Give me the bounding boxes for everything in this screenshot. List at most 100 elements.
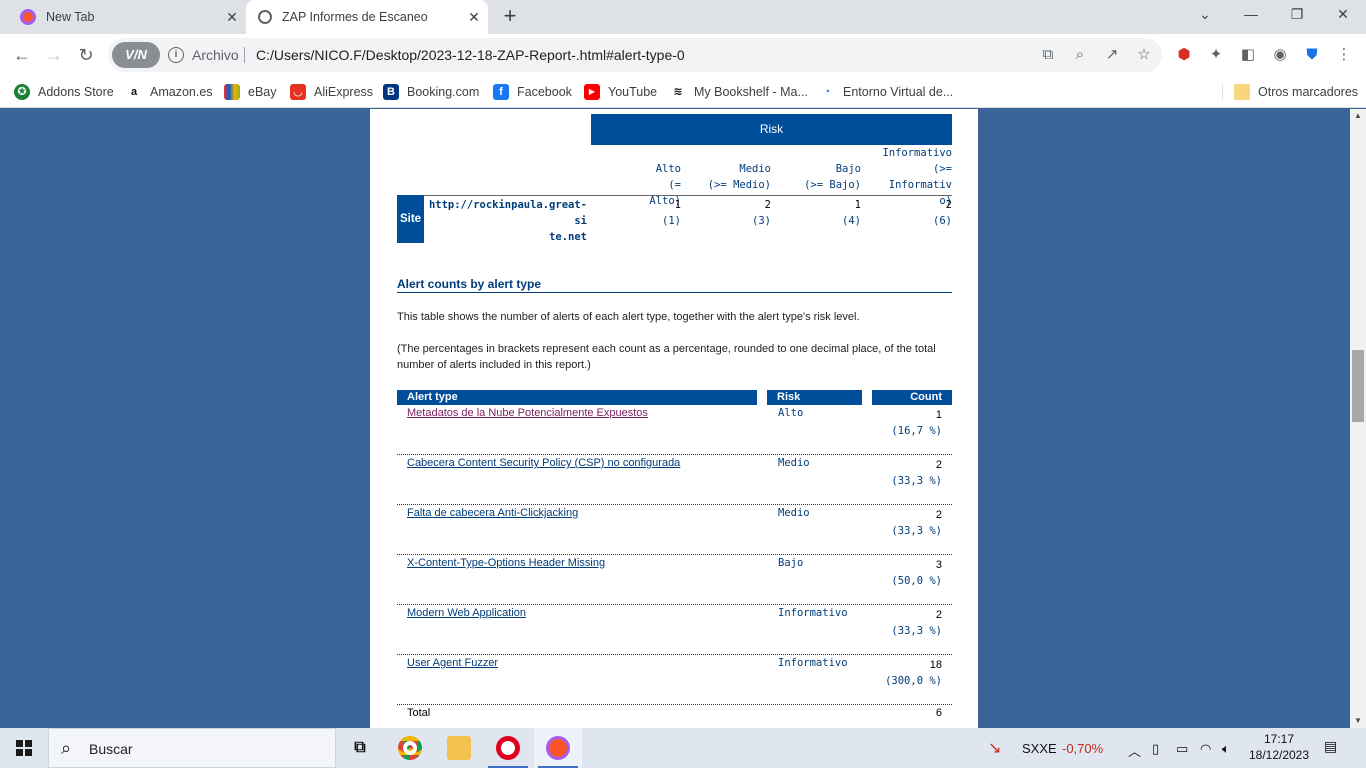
- task-view-button[interactable]: ⧉: [336, 728, 384, 768]
- facebook-icon: f: [493, 84, 509, 100]
- extensions-puzzle-icon[interactable]: ✦: [1206, 45, 1226, 65]
- chevron-up-icon[interactable]: ︿: [1128, 741, 1141, 760]
- folder-icon: [1234, 84, 1250, 100]
- bookshelf-icon: ≋: [673, 86, 683, 98]
- tab-new-tab[interactable]: New Tab ✕: [8, 0, 246, 34]
- taskbar-clock[interactable]: 17:17 18/12/2023: [1248, 731, 1310, 763]
- alert-link[interactable]: User Agent Fuzzer: [407, 657, 498, 669]
- percentages-note: (The percentages in brackets represent e…: [397, 343, 936, 371]
- bookmark-label: Facebook: [517, 85, 572, 99]
- opera-icon: [496, 736, 520, 760]
- taskbar-opera[interactable]: [484, 728, 532, 768]
- bookmark-amazon[interactable]: a Amazon.es: [126, 82, 213, 102]
- column-header-medio: Medio (>= Medio): [707, 163, 771, 191]
- reload-button[interactable]: ↻: [74, 43, 98, 67]
- addons-store-icon: ✪: [14, 84, 30, 100]
- amazon-icon: a: [130, 86, 138, 98]
- address-bar[interactable]: V/N i Archivo C:/Users/NICO.F/Desktop/20…: [108, 38, 1162, 72]
- stock-change[interactable]: -0,70%: [1062, 741, 1103, 756]
- page-scrollbar[interactable]: ▲ ▼: [1350, 109, 1366, 728]
- alert-link[interactable]: Metadatos de la Nube Potencialmente Expu…: [407, 407, 648, 419]
- site-count-informativo: 2 (6): [933, 199, 952, 227]
- close-icon[interactable]: ✕: [224, 9, 240, 25]
- bookmark-label: eBay: [248, 85, 277, 99]
- minimize-button[interactable]: —: [1228, 0, 1274, 30]
- stock-ticker[interactable]: SXXE: [1022, 741, 1057, 756]
- bookmark-facebook[interactable]: f Facebook: [493, 82, 572, 102]
- table-row: X-Content-Type-Options Header Missing Ba…: [397, 555, 952, 605]
- bookmark-star-icon[interactable]: ☆: [1134, 45, 1154, 65]
- alert-risk: Informativo: [778, 657, 848, 669]
- alert-link[interactable]: Cabecera Content Security Policy (CSP) n…: [407, 457, 680, 469]
- section-title: Alert counts by alert type: [397, 277, 542, 291]
- alert-risk: Alto: [778, 407, 804, 419]
- alert-count: 2 (33,3 %): [891, 459, 942, 487]
- zoom-icon[interactable]: ⌕: [1070, 45, 1090, 65]
- bookmark-aliexpress[interactable]: ◡ AliExpress: [290, 82, 373, 102]
- forward-button[interactable]: →: [42, 43, 66, 67]
- taskbar-search[interactable]: ⌕ Buscar: [48, 728, 336, 768]
- report-page: Risk Alto (= Alto) Medio (>= Medio) Bajo…: [370, 109, 978, 728]
- restore-button[interactable]: ❐: [1274, 0, 1320, 30]
- divider: [424, 195, 952, 196]
- scroll-thumb[interactable]: [1352, 350, 1364, 422]
- bookmarks-bar: ✪ Addons Store a Amazon.es eBay ◡ AliExp…: [0, 76, 1366, 108]
- bookmark-my-bookshelf[interactable]: ≋ My Bookshelf - Ma...: [670, 82, 808, 102]
- bookmark-addons-store[interactable]: ✪ Addons Store: [14, 82, 114, 102]
- volume-icon[interactable]: 🔈︎: [1222, 741, 1230, 757]
- new-tab-button[interactable]: +: [498, 5, 522, 29]
- site-label: Site: [397, 195, 424, 243]
- windows-start-icon[interactable]: [16, 740, 32, 756]
- alert-link[interactable]: Falta de cabecera Anti-Clickjacking: [407, 507, 578, 519]
- shield-icon[interactable]: ⛊: [1302, 45, 1322, 65]
- bookmark-ebay[interactable]: eBay: [224, 82, 277, 102]
- alert-link[interactable]: X-Content-Type-Options Header Missing: [407, 557, 605, 569]
- close-icon[interactable]: ✕: [466, 9, 482, 25]
- page-viewport: Risk Alto (= Alto) Medio (>= Medio) Bajo…: [0, 109, 1350, 728]
- bookmark-label: Otros marcadores: [1258, 85, 1359, 99]
- search-placeholder: Buscar: [89, 741, 133, 757]
- bookmark-other-folder[interactable]: Otros marcadores: [1234, 82, 1358, 102]
- windows-taskbar: ⌕ Buscar ⧉ ↘ SXXE -0,70% ︿ ▯ ▭ ◠ 🔈︎ 17:1…: [0, 728, 1366, 768]
- site-url: http://rockinpaula.great-si te.net: [428, 199, 587, 243]
- translate-icon[interactable]: ⧉: [1038, 45, 1058, 65]
- bookmark-entorno-virtual[interactable]: ◔ Entorno Virtual de...: [819, 82, 954, 102]
- bookmark-booking[interactable]: B Booking.com: [383, 82, 479, 102]
- table-row: Metadatos de la Nube Potencialmente Expu…: [397, 405, 952, 455]
- profile-avatar-icon[interactable]: ◉: [1270, 45, 1290, 65]
- tab-zap-report[interactable]: ZAP Informes de Escaneo ✕: [246, 0, 488, 34]
- table-row: Cabecera Content Security Policy (CSP) n…: [397, 455, 952, 505]
- notification-icon[interactable]: ▤: [1324, 738, 1346, 758]
- folder-icon: [447, 736, 471, 760]
- vpn-button[interactable]: V/N: [112, 42, 160, 68]
- bookmark-label: Booking.com: [407, 85, 480, 99]
- url-text[interactable]: C:/Users/NICO.F/Desktop/2023-12-18-ZAP-R…: [256, 47, 685, 63]
- device-icon[interactable]: ▯: [1152, 741, 1159, 757]
- risk-header: Risk: [591, 114, 952, 145]
- scroll-down-arrow-icon[interactable]: ▼: [1350, 714, 1366, 728]
- bookmark-label: Addons Store: [38, 85, 114, 99]
- divider: [244, 47, 245, 63]
- stock-chart-icon[interactable]: ↘: [988, 738, 1001, 758]
- battery-icon[interactable]: ▭: [1176, 741, 1188, 757]
- alert-count: 2 (33,3 %): [891, 609, 942, 637]
- tab-search-chevron-icon[interactable]: ⌄: [1182, 0, 1228, 30]
- close-window-button[interactable]: ✕: [1320, 0, 1366, 30]
- info-icon[interactable]: i: [168, 47, 184, 63]
- taskbar-file-explorer[interactable]: [435, 728, 483, 768]
- extension-adblock-icon[interactable]: ⬢: [1174, 45, 1194, 65]
- youtube-icon: ▶: [584, 84, 600, 100]
- menu-kebab-icon[interactable]: ⋮: [1334, 45, 1354, 65]
- side-panel-icon[interactable]: ◧: [1238, 45, 1258, 65]
- taskbar-chrome[interactable]: [386, 728, 434, 768]
- taskbar-brave[interactable]: [534, 728, 582, 768]
- back-button[interactable]: ←: [10, 43, 34, 67]
- bookmark-label: Entorno Virtual de...: [843, 85, 954, 99]
- scroll-up-arrow-icon[interactable]: ▲: [1350, 109, 1366, 123]
- divider: [1222, 84, 1223, 100]
- wifi-icon[interactable]: ◠: [1200, 741, 1211, 757]
- search-icon: ⌕: [61, 738, 72, 758]
- alert-link[interactable]: Modern Web Application: [407, 607, 526, 619]
- share-icon[interactable]: ↗: [1102, 45, 1122, 65]
- bookmark-youtube[interactable]: ▶ YouTube: [584, 82, 657, 102]
